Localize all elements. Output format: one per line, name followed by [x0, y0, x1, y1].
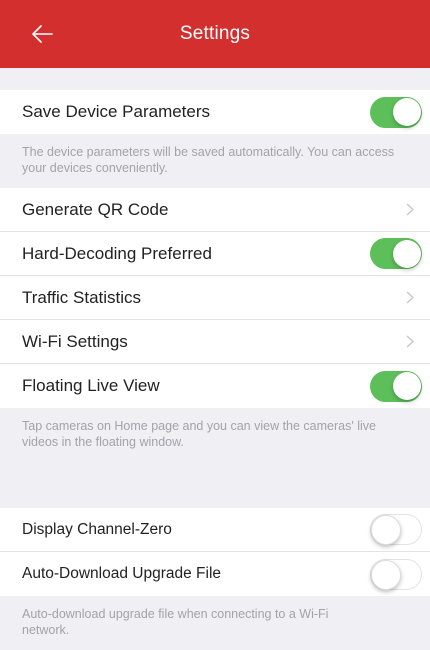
chevron-right-icon [406, 291, 414, 304]
toggle-knob [392, 372, 421, 400]
auto-download-description: Auto-download upgrade file when connecti… [22, 607, 329, 637]
save-device-parameters-label: Save Device Parameters [22, 102, 211, 121]
traffic-statistics-label: Traffic Statistics [22, 287, 142, 307]
save-device-parameters-toggle[interactable] [370, 96, 422, 128]
row-generate-qr-code[interactable]: Generate QR Code [0, 188, 430, 232]
wifi-settings-label: Wi-Fi Settings [22, 331, 128, 351]
row-wifi-settings[interactable]: Wi-Fi Settings [0, 320, 430, 364]
chevron-right-icon [406, 203, 414, 216]
hard-decoding-toggle[interactable] [370, 238, 422, 269]
generate-qr-code-label: Generate QR Code [22, 199, 169, 219]
floating-live-view-label: Floating Live View [22, 376, 160, 395]
save-parameters-description: The device parameters will be saved auto… [22, 145, 395, 175]
auto-download-upgrade-toggle[interactable] [370, 558, 422, 590]
toggle-knob [392, 98, 421, 126]
display-channel-zero-toggle[interactable] [370, 514, 422, 545]
row-auto-download-upgrade: Auto-Download Upgrade File [0, 552, 430, 596]
settings-group-general: Generate QR Code Hard-Decoding Preferred… [0, 188, 430, 408]
toggle-knob [392, 239, 421, 268]
page-title: Settings [179, 23, 251, 44]
settings-group-advanced: Display Channel-Zero Auto-Download Upgra… [0, 508, 430, 596]
arrow-left-icon [32, 25, 53, 43]
toggle-knob [371, 515, 401, 545]
floating-live-view-toggle[interactable] [370, 370, 422, 402]
auto-download-upgrade-label: Auto-Download Upgrade File [22, 565, 222, 582]
row-traffic-statistics[interactable]: Traffic Statistics [0, 276, 430, 320]
row-save-device-parameters: Save Device Parameters [0, 90, 430, 134]
row-floating-live-view: Floating Live View [0, 364, 430, 408]
row-hard-decoding-preferred: Hard-Decoding Preferred [0, 232, 430, 276]
toggle-knob [371, 559, 401, 590]
hard-decoding-label: Hard-Decoding Preferred [22, 243, 212, 263]
chevron-right-icon [406, 335, 414, 348]
row-display-channel-zero: Display Channel-Zero [0, 508, 430, 552]
display-channel-zero-label: Display Channel-Zero [22, 520, 172, 538]
settings-group-device: Save Device Parameters [0, 90, 430, 134]
top-bar: Settings [0, 0, 430, 68]
floating-view-description: Tap cameras on Home page and you can vie… [22, 419, 376, 449]
back-button[interactable] [26, 20, 58, 48]
